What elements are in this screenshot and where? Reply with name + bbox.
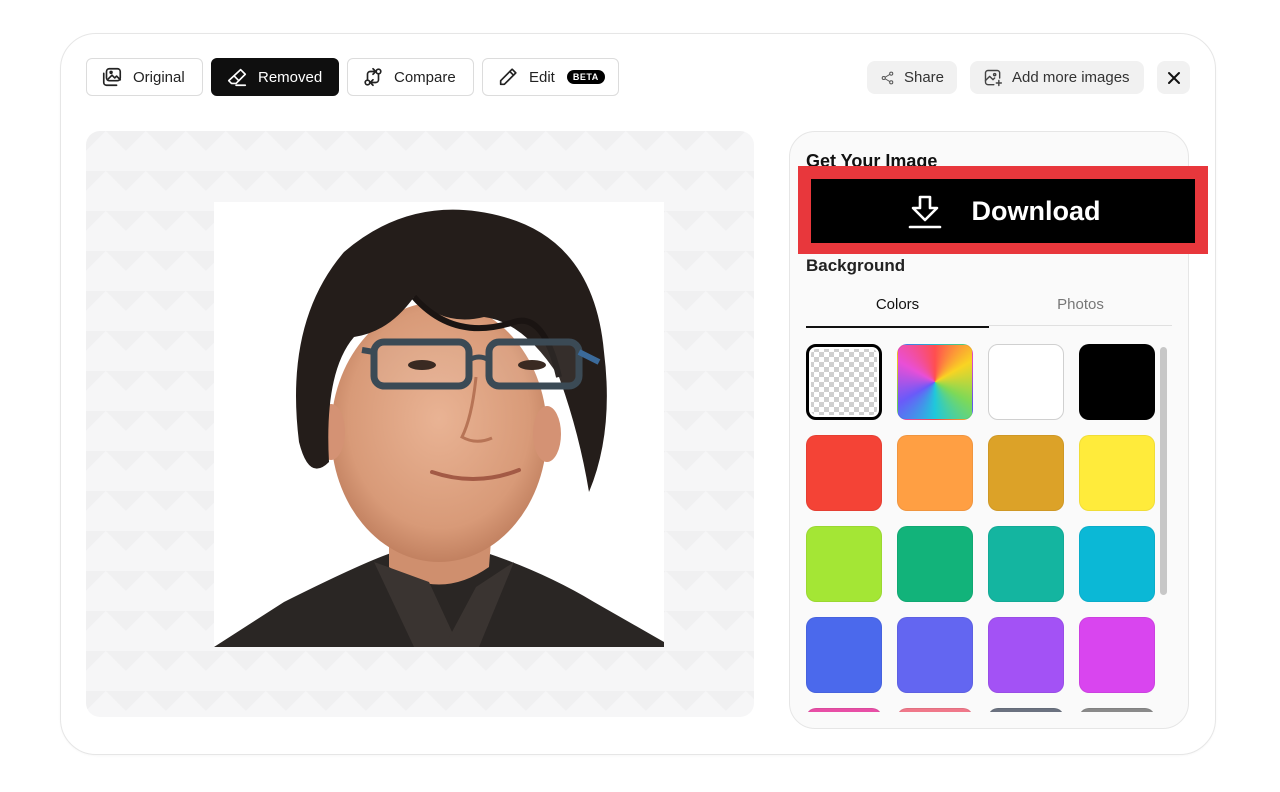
tab-compare[interactable]: Compare — [347, 58, 474, 96]
color-swatch-purple[interactable] — [988, 617, 1064, 693]
background-label: Background — [806, 256, 906, 275]
color-swatch-mustard[interactable] — [988, 435, 1064, 511]
eraser-icon — [227, 68, 247, 87]
color-swatch-orange[interactable] — [897, 435, 973, 511]
color-swatch-magenta[interactable] — [1079, 617, 1155, 693]
color-swatch-slate[interactable] — [988, 708, 1064, 712]
add-image-icon — [984, 69, 1003, 86]
color-swatch-grid — [806, 344, 1156, 712]
color-swatch-cyan[interactable] — [1079, 526, 1155, 602]
tab-removed[interactable]: Removed — [211, 58, 339, 96]
color-swatch-indigo[interactable] — [897, 617, 973, 693]
color-swatch-black[interactable] — [1079, 344, 1155, 420]
color-swatch-transparent[interactable] — [806, 344, 882, 420]
beta-badge: BETA — [566, 70, 605, 84]
color-swatch-gradient[interactable] — [897, 344, 973, 420]
share-label: Share — [903, 69, 944, 86]
download-label: Download — [971, 195, 1101, 226]
color-swatch-white[interactable] — [988, 344, 1064, 420]
color-swatch-yellow[interactable] — [1079, 435, 1155, 511]
color-swatch-pink[interactable] — [806, 708, 882, 712]
close-button[interactable] — [1157, 61, 1190, 94]
share-icon — [881, 71, 894, 84]
tab-photos[interactable]: Photos — [989, 296, 1172, 326]
download-icon — [908, 195, 941, 229]
compare-icon — [364, 67, 382, 87]
tab-edit[interactable]: Edit BETA — [482, 58, 619, 96]
color-swatch-rose[interactable] — [897, 708, 973, 712]
color-swatch-teal[interactable] — [988, 526, 1064, 602]
tab-edit-label: Edit — [529, 68, 555, 86]
pencil-icon — [499, 68, 517, 86]
add-more-images-button[interactable]: Add more images — [970, 61, 1144, 94]
close-icon — [1167, 71, 1180, 84]
tab-removed-label: Removed — [258, 68, 323, 86]
add-more-images-label: Add more images — [1012, 69, 1130, 86]
share-button[interactable]: Share — [867, 61, 957, 94]
color-swatch-green[interactable] — [897, 526, 973, 602]
tab-original[interactable]: Original — [86, 58, 203, 96]
color-swatch-gray[interactable] — [1079, 708, 1155, 712]
color-swatch-red[interactable] — [806, 435, 882, 511]
tab-colors[interactable]: Colors — [806, 296, 989, 328]
swatch-scrollbar[interactable] — [1160, 347, 1167, 595]
color-swatch-blue[interactable] — [806, 617, 882, 693]
tab-original-label: Original — [133, 68, 185, 86]
tab-compare-label: Compare — [394, 68, 456, 86]
color-swatch-lime[interactable] — [806, 526, 882, 602]
image-icon — [102, 67, 122, 87]
subject-photo — [214, 202, 664, 647]
download-button[interactable]: Download — [811, 179, 1195, 243]
